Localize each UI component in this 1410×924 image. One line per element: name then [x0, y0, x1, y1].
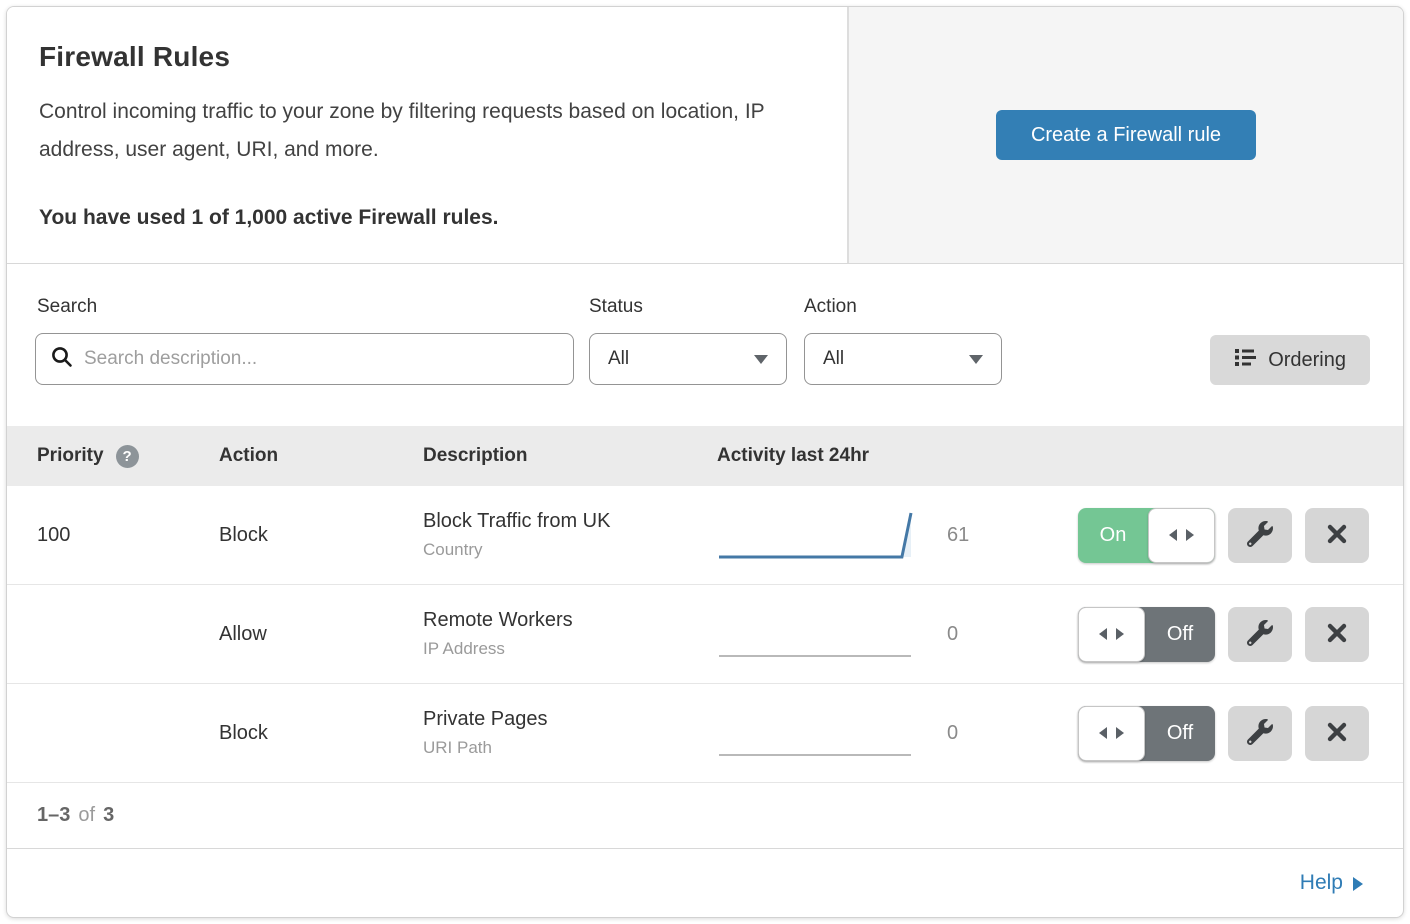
rule-controls: Off: [1027, 706, 1403, 761]
page-title: Firewall Rules: [39, 41, 807, 73]
table-header: Priority ? Action Description Activity l…: [7, 426, 1403, 486]
column-header-activity: Activity last 24hr: [717, 445, 1027, 467]
rule-description-cell: Private Pages URI Path: [423, 708, 717, 758]
column-header-description: Description: [423, 445, 717, 467]
action-label: Action: [804, 296, 857, 318]
rule-enabled-toggle[interactable]: Off: [1078, 607, 1215, 662]
usage-note: You have used 1 of 1,000 active Firewall…: [39, 206, 807, 230]
column-header-priority: Priority ?: [37, 445, 219, 468]
arrow-left-icon: [1099, 727, 1107, 739]
wrench-icon: [1247, 620, 1273, 649]
table-row: Block Private Pages URI Path 0 Off: [7, 684, 1403, 783]
edit-rule-button[interactable]: [1228, 706, 1292, 761]
firewall-rules-card: Firewall Rules Control incoming traffic …: [6, 6, 1404, 918]
table-row: Allow Remote Workers IP Address 0 Off: [7, 585, 1403, 684]
help-bar: Help: [7, 849, 1403, 917]
toggle-state-label: Off: [1145, 706, 1215, 761]
rule-description-cell: Block Traffic from UK Country: [423, 510, 717, 560]
help-link[interactable]: Help: [1300, 871, 1363, 895]
chevron-down-icon: [969, 355, 983, 364]
edit-rule-button[interactable]: [1228, 508, 1292, 563]
search-box[interactable]: [35, 333, 574, 385]
rule-action: Block: [219, 722, 423, 745]
toggle-state-label: Off: [1145, 607, 1215, 662]
wrench-icon: [1247, 719, 1273, 748]
list-icon: [1234, 347, 1256, 374]
x-icon: [1325, 720, 1349, 747]
rule-controls: Off: [1027, 607, 1403, 662]
column-header-action: Action: [219, 445, 423, 467]
delete-rule-button[interactable]: [1305, 706, 1369, 761]
activity-sparkline: [717, 608, 919, 660]
activity-count: 61: [947, 524, 969, 547]
search-label: Search: [37, 296, 97, 318]
rule-description-cell: Remote Workers IP Address: [423, 609, 717, 659]
pagination-of-text: of: [78, 804, 95, 827]
toggle-knob[interactable]: [1148, 508, 1215, 563]
delete-rule-button[interactable]: [1305, 508, 1369, 563]
rule-enabled-toggle[interactable]: On: [1078, 508, 1215, 563]
table-row: 100 Block Block Traffic from UK Country …: [7, 486, 1403, 585]
rule-controls: On: [1027, 508, 1403, 563]
action-select-value: All: [823, 348, 844, 370]
header-action-panel: Create a Firewall rule: [847, 7, 1403, 263]
toggle-knob[interactable]: [1078, 706, 1145, 761]
delete-rule-button[interactable]: [1305, 607, 1369, 662]
search-input[interactable]: [84, 348, 559, 370]
firewall-rules-page: Firewall Rules Control incoming traffic …: [0, 0, 1410, 924]
arrow-left-icon: [1169, 529, 1177, 541]
pagination-bar: 1–3 of 3: [7, 783, 1403, 849]
activity-count: 0: [947, 722, 958, 745]
page-header: Firewall Rules Control incoming traffic …: [7, 7, 1403, 264]
arrow-right-icon: [1116, 727, 1124, 739]
wrench-icon: [1247, 521, 1273, 550]
search-icon: [50, 345, 74, 374]
rule-activity-cell: 0: [717, 608, 1027, 660]
rule-description: Remote Workers: [423, 609, 717, 632]
activity-sparkline: [717, 509, 919, 561]
rule-enabled-toggle[interactable]: Off: [1078, 706, 1215, 761]
x-icon: [1325, 522, 1349, 549]
rule-match-type: IP Address: [423, 639, 717, 659]
activity-count: 0: [947, 623, 958, 646]
ordering-button-label: Ordering: [1268, 349, 1346, 372]
rule-activity-cell: 0: [717, 707, 1027, 759]
status-select[interactable]: All: [589, 333, 787, 385]
rule-priority: 100: [37, 524, 219, 547]
rule-match-type: Country: [423, 540, 717, 560]
chevron-down-icon: [754, 355, 768, 364]
toggle-state-label: On: [1078, 508, 1148, 563]
action-select[interactable]: All: [804, 333, 1002, 385]
pagination-total: 3: [103, 804, 114, 827]
x-icon: [1325, 621, 1349, 648]
ordering-button[interactable]: Ordering: [1210, 335, 1370, 385]
question-circle-icon[interactable]: ?: [116, 445, 139, 468]
arrow-right-icon: [1186, 529, 1194, 541]
rule-action: Allow: [219, 623, 423, 646]
help-link-label: Help: [1300, 871, 1343, 895]
create-firewall-rule-button[interactable]: Create a Firewall rule: [996, 110, 1256, 160]
rule-activity-cell: 61: [717, 509, 1027, 561]
status-select-value: All: [608, 348, 629, 370]
header-text-panel: Firewall Rules Control incoming traffic …: [7, 7, 847, 263]
status-label: Status: [589, 296, 643, 318]
rule-match-type: URI Path: [423, 738, 717, 758]
rule-action: Block: [219, 524, 423, 547]
arrow-left-icon: [1099, 628, 1107, 640]
rule-description: Block Traffic from UK: [423, 510, 717, 533]
edit-rule-button[interactable]: [1228, 607, 1292, 662]
page-description: Control incoming traffic to your zone by…: [39, 93, 799, 169]
toggle-knob[interactable]: [1078, 607, 1145, 662]
arrow-right-icon: [1116, 628, 1124, 640]
activity-sparkline: [717, 707, 919, 759]
pagination-range: 1–3: [37, 804, 70, 827]
filter-bar: Search Status All Action All: [7, 264, 1403, 426]
arrow-right-icon: [1353, 877, 1363, 891]
rule-description: Private Pages: [423, 708, 717, 731]
